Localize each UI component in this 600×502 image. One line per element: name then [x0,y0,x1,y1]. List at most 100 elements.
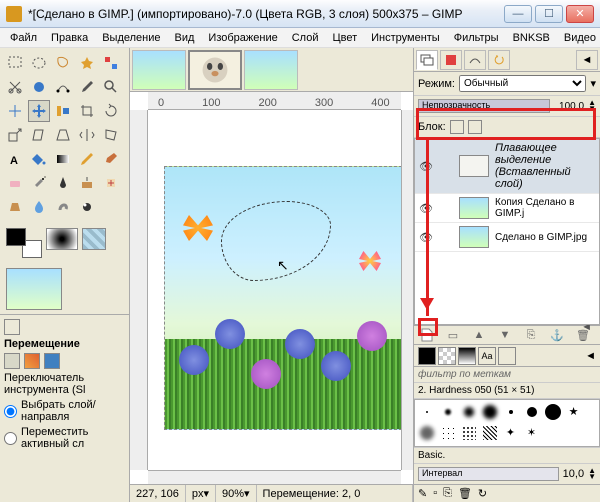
pencil-tool[interactable] [76,148,98,170]
opacity-slider[interactable]: Непрозрачность [418,99,550,113]
move-tool[interactable] [28,100,50,122]
perspective-clone-tool[interactable] [4,196,26,218]
layer-row[interactable]: 👁 Плавающее выделение(Вставленный слой) [415,139,599,194]
fuzzy-select-tool[interactable] [76,52,98,74]
status-unit[interactable]: px▾ [186,485,216,502]
edit-brush-icon[interactable]: ✎ [418,487,427,500]
filter-field[interactable]: фильтр по меткам [414,367,600,383]
menu-file[interactable]: Файл [4,30,43,46]
clone-tool[interactable] [76,172,98,194]
paths-tool[interactable] [52,76,74,98]
anchor-layer-icon[interactable]: ⚓ [550,328,564,342]
flip-tool[interactable] [76,124,98,146]
align-tool[interactable] [52,100,74,122]
menu-image[interactable]: Изображение [202,30,283,46]
measure-tool[interactable] [4,100,26,122]
menu-tools[interactable]: Инструменты [365,30,446,46]
menu-view[interactable]: Вид [169,30,201,46]
brush-item[interactable] [480,423,499,442]
mode-menu-button[interactable]: ▾ [590,77,596,90]
by-color-select-tool[interactable] [100,52,122,74]
layer-row[interactable]: 👁 Сделано в GIMP.jpg [415,223,599,252]
gradient-swatch[interactable] [458,347,476,365]
brush-item[interactable] [480,402,499,421]
maximize-button[interactable]: ☐ [535,5,563,23]
brush-item[interactable] [543,402,562,421]
raise-layer-icon[interactable]: ▲ [472,328,486,342]
new-layer-icon[interactable] [420,328,434,342]
brush-item[interactable] [501,402,520,421]
active-pattern[interactable] [82,228,106,250]
image-tab-0[interactable] [132,50,186,90]
panel-menu-button[interactable]: ◄ [576,50,598,70]
blur-tool[interactable] [28,196,50,218]
brush-item[interactable] [459,423,478,442]
ellipse-select-tool[interactable] [28,52,50,74]
lower-layer-icon[interactable]: ▼ [498,328,512,342]
smudge-tool[interactable] [52,196,74,218]
color-picker-tool[interactable] [76,76,98,98]
cage-tool[interactable] [100,124,122,146]
rotate-tool[interactable] [100,100,122,122]
bucket-fill-tool[interactable] [28,148,50,170]
menu-edit[interactable]: Правка [45,30,94,46]
close-button[interactable]: ✕ [566,5,594,23]
scissors-tool[interactable] [4,76,26,98]
font-swatch[interactable]: Aa [478,347,496,365]
mode-select[interactable]: Обычный [459,75,586,92]
airbrush-tool[interactable] [28,172,50,194]
refresh-brush-icon[interactable]: ↻ [478,487,487,500]
menu-bnksb[interactable]: BNKSB [507,30,556,46]
menu-color[interactable]: Цвет [326,30,363,46]
delete-brush-icon[interactable]: 🗑 [458,487,472,500]
layers-tab-icon[interactable] [416,50,438,70]
layer-row[interactable]: 👁 Копия Сделано в GIMP.j [415,194,599,223]
lock-pixels-icon[interactable] [450,120,464,134]
dodge-tool[interactable] [76,196,98,218]
interval-spinner[interactable]: ▲▼ [588,468,596,480]
fg-bg-colors[interactable] [6,228,42,258]
brush-item[interactable] [417,423,436,442]
brush-item[interactable] [522,402,541,421]
status-zoom[interactable]: 90%▾ [216,485,257,502]
rect-select-tool[interactable] [4,52,26,74]
brush-swatch[interactable] [418,347,436,365]
layer-group-icon[interactable]: ▭ [446,328,460,342]
menu-video[interactable]: Видео [558,30,600,46]
heal-tool[interactable] [100,172,122,194]
text-tool[interactable]: A [4,148,26,170]
scale-tool[interactable] [4,124,26,146]
menu-select[interactable]: Выделение [96,30,166,46]
lock-alpha-icon[interactable] [468,120,482,134]
menu-filters[interactable]: Фильтры [448,30,505,46]
pattern-swatch[interactable] [438,347,456,365]
panel-menu-button[interactable]: ◄ [585,350,596,362]
brush-item[interactable]: ✦ [501,423,520,442]
blend-tool[interactable] [52,148,74,170]
crop-tool[interactable] [76,100,98,122]
move-path-icon[interactable] [44,353,60,369]
undo-tab-icon[interactable] [488,50,510,70]
brush-item[interactable] [417,402,436,421]
radio-move-active[interactable]: Переместить активный сл [4,426,125,450]
eraser-tool[interactable] [4,172,26,194]
minimize-button[interactable]: — [504,5,532,23]
new-brush-icon[interactable]: ▫ [433,487,437,500]
scrollbar-horizontal[interactable] [148,470,401,484]
duplicate-brush-icon[interactable]: ⎘ [443,487,452,500]
brush-item[interactable]: ✶ [522,423,541,442]
free-select-tool[interactable] [52,52,74,74]
radio-pick-layer[interactable]: Выбрать слой/направля [4,399,125,423]
brush-item[interactable] [438,423,457,442]
brush-group[interactable]: Basic. [414,447,600,464]
move-selection-icon[interactable] [24,353,40,369]
image-tab-1[interactable] [188,50,242,90]
scrollbar-vertical[interactable] [401,110,413,470]
move-layer-icon[interactable] [4,353,20,369]
canvas[interactable]: ↖ [148,110,401,470]
image-tab-2[interactable] [244,50,298,90]
image-thumbnail[interactable] [6,268,62,310]
channels-tab-icon[interactable] [440,50,462,70]
paths-tab-icon[interactable] [464,50,486,70]
menu-layer[interactable]: Слой [286,30,325,46]
